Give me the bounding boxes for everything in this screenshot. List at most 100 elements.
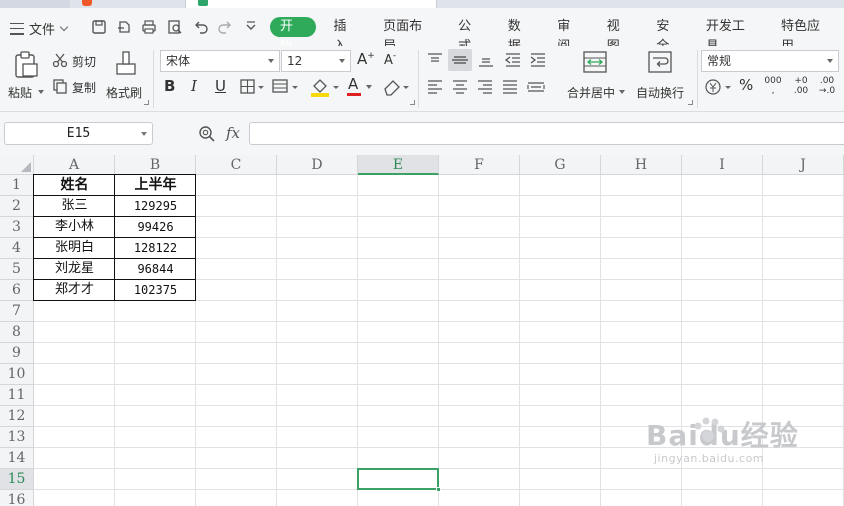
clear-format-icon[interactable]	[381, 76, 411, 98]
column-header-h[interactable]: H	[601, 155, 682, 175]
row-header-16[interactable]: 16	[0, 490, 34, 506]
column-header-b[interactable]: B	[115, 155, 196, 175]
increase-decimal-button[interactable]: +0 .00	[792, 76, 810, 96]
column-header-g[interactable]: G	[520, 155, 601, 175]
align-left-icon[interactable]	[426, 79, 444, 95]
fill-handle[interactable]	[436, 487, 441, 492]
row-header-11[interactable]: 11	[0, 385, 34, 406]
cut-button[interactable]: 剪切	[52, 52, 102, 70]
row-header-10[interactable]: 10	[0, 364, 34, 385]
customize-toolbar-icon[interactable]	[242, 18, 260, 36]
font-color-button[interactable]: A	[346, 75, 374, 99]
merge-dropdown-icon[interactable]	[619, 90, 625, 94]
bold-button[interactable]: B	[164, 77, 175, 95]
tab-data[interactable]: 数据	[496, 17, 546, 54]
document-tab-active[interactable]	[185, 0, 437, 8]
align-bottom-icon[interactable]	[477, 52, 495, 68]
decrease-decimal-button[interactable]: .00 →.0	[816, 76, 838, 96]
borders-icon[interactable]	[240, 78, 264, 96]
align-top-icon[interactable]	[426, 52, 444, 68]
print-icon[interactable]	[140, 18, 158, 36]
print-preview-icon[interactable]	[166, 18, 184, 36]
tab-developer[interactable]: 开发工具	[694, 17, 769, 54]
row-header-2[interactable]: 2	[0, 196, 34, 217]
tab-special-features[interactable]: 特色应用	[769, 17, 844, 54]
tab-view[interactable]: 视图	[595, 17, 645, 54]
row-header-3[interactable]: 3	[0, 217, 34, 238]
alignment-dialog-launcher[interactable]	[688, 100, 693, 105]
format-painter-button[interactable]: 格式刷	[106, 50, 146, 106]
number-format-select[interactable]: 常规	[701, 50, 839, 72]
merge-center-button[interactable]: 合并居中	[562, 50, 626, 106]
fill-color-icon[interactable]	[309, 76, 341, 98]
undo-icon[interactable]	[192, 18, 210, 36]
underline-button[interactable]: U	[215, 77, 226, 95]
table-cell[interactable]: 张三	[34, 196, 115, 217]
table-cell[interactable]: 128122	[115, 238, 196, 259]
cell-style-icon[interactable]	[272, 78, 300, 96]
grow-font-button[interactable]: A+	[357, 50, 375, 68]
table-header-cell[interactable]: 上半年	[115, 175, 196, 196]
column-header-c[interactable]: C	[196, 155, 277, 175]
document-tab-home[interactable]	[0, 0, 70, 8]
column-header-i[interactable]: I	[682, 155, 763, 175]
table-cell[interactable]: 99426	[115, 217, 196, 238]
save-icon[interactable]	[90, 18, 108, 36]
percent-button[interactable]: %	[739, 76, 753, 94]
currency-icon[interactable]	[704, 78, 734, 96]
copy-button[interactable]: 复制	[52, 78, 102, 96]
insert-function-button[interactable]: fx	[226, 124, 240, 142]
row-header-9[interactable]: 9	[0, 343, 34, 364]
wrap-text-button[interactable]: 自动换行	[633, 50, 689, 106]
row-header-5[interactable]: 5	[0, 259, 34, 280]
column-header-j[interactable]: J	[763, 155, 844, 175]
justify-icon[interactable]	[501, 79, 519, 95]
column-header-d[interactable]: D	[277, 155, 358, 175]
distributed-align-icon[interactable]	[526, 79, 546, 95]
font-name-select[interactable]: 宋体	[160, 50, 280, 72]
table-cell[interactable]: 张明白	[34, 238, 115, 259]
font-size-select[interactable]: 12	[281, 50, 351, 72]
tab-review[interactable]: 审阅	[545, 17, 595, 54]
active-cell-selection[interactable]	[357, 468, 441, 492]
table-cell[interactable]: 102375	[115, 280, 196, 301]
paste-dropdown-icon[interactable]	[38, 90, 44, 94]
align-middle-button[interactable]	[448, 49, 472, 71]
thousands-separator-button[interactable]: 000,	[764, 76, 782, 96]
tab-page-layout[interactable]: 页面布局	[371, 17, 446, 54]
column-header-a[interactable]: A	[34, 155, 115, 175]
tab-security[interactable]: 安全	[644, 17, 694, 54]
redo-icon[interactable]	[216, 18, 234, 36]
formula-input[interactable]	[249, 122, 844, 145]
table-cell[interactable]: 96844	[115, 259, 196, 280]
table-cell[interactable]: 129295	[115, 196, 196, 217]
paste-button[interactable]: 粘贴	[8, 50, 44, 106]
table-cell[interactable]: 李小林	[34, 217, 115, 238]
tab-formulas[interactable]: 公式	[446, 17, 496, 54]
italic-button[interactable]: I	[191, 77, 197, 95]
row-header-14[interactable]: 14	[0, 448, 34, 469]
shrink-font-button[interactable]: A-	[384, 50, 396, 68]
name-box[interactable]: E15	[4, 122, 153, 145]
table-header-cell[interactable]: 姓名	[34, 175, 115, 196]
align-right-icon[interactable]	[476, 79, 494, 95]
export-pdf-icon[interactable]	[115, 18, 133, 36]
column-header-e[interactable]: E	[358, 155, 439, 175]
row-header-1[interactable]: 1	[0, 175, 34, 196]
row-header-7[interactable]: 7	[0, 301, 34, 322]
column-header-f[interactable]: F	[439, 155, 520, 175]
clipboard-dialog-launcher[interactable]	[144, 100, 149, 105]
row-header-6[interactable]: 6	[0, 280, 34, 301]
table-cell[interactable]: 郑才才	[34, 280, 115, 301]
select-all-corner[interactable]	[0, 155, 34, 175]
tab-home[interactable]: 开始	[270, 17, 316, 54]
zoom-search-icon[interactable]	[198, 125, 216, 143]
decrease-indent-icon[interactable]	[504, 52, 522, 68]
table-cell[interactable]: 刘龙星	[34, 259, 115, 280]
tab-insert[interactable]: 插入	[322, 17, 372, 54]
row-header-4[interactable]: 4	[0, 238, 34, 259]
file-menu-button[interactable]: 文件	[10, 19, 69, 38]
row-header-12[interactable]: 12	[0, 406, 34, 427]
row-header-15[interactable]: 15	[0, 469, 34, 490]
row-header-13[interactable]: 13	[0, 427, 34, 448]
